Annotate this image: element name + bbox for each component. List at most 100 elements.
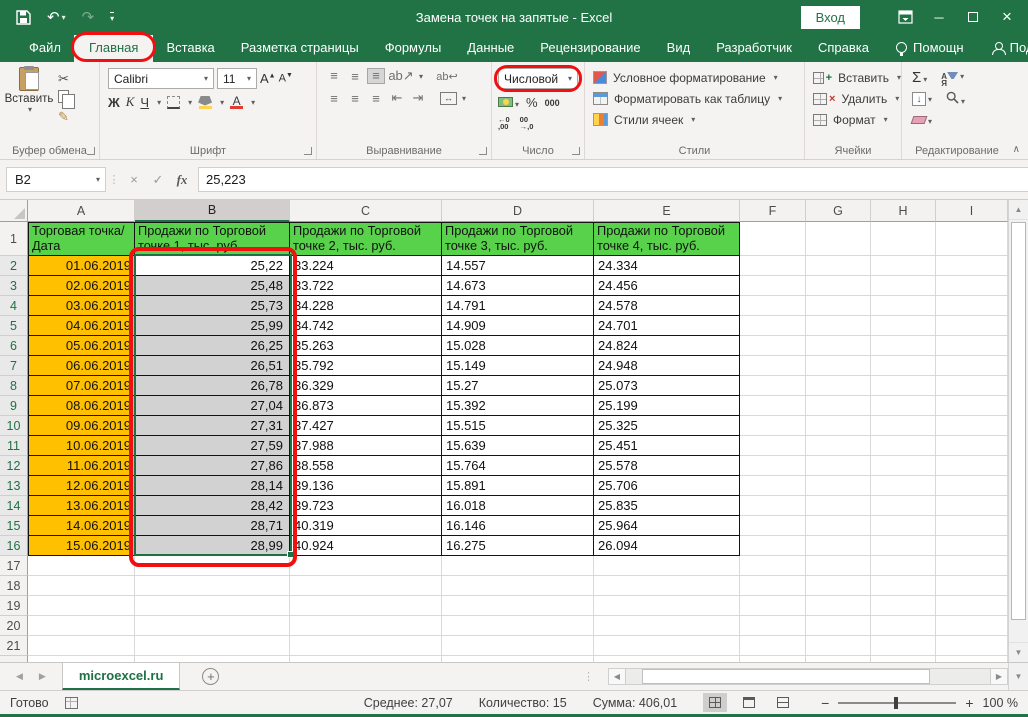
cell-A4[interactable]: 03.06.2019 <box>28 296 135 316</box>
tab-view[interactable]: Вид <box>654 35 704 62</box>
cell-C14[interactable]: 39.723 <box>290 496 442 516</box>
column-header-D[interactable]: D <box>442 200 594 222</box>
cell-H19[interactable] <box>871 596 936 616</box>
cell-F7[interactable] <box>740 356 806 376</box>
cell-B11[interactable]: 27,59 <box>135 436 290 456</box>
cell-I20[interactable] <box>936 616 1008 636</box>
tab-home[interactable]: Главная <box>74 35 153 62</box>
save-icon[interactable] <box>16 10 31 25</box>
decrease-indent-button[interactable]: ⇤ <box>388 90 406 106</box>
decrease-decimal-button[interactable]: 00→,0 <box>520 116 534 130</box>
delete-cells-button[interactable]: × Удалить▾ <box>813 88 901 109</box>
cell-H1[interactable] <box>871 222 936 256</box>
tab-formulas[interactable]: Формулы <box>372 35 455 62</box>
cell-D1[interactable]: Продажи по Торговой точке 3, тыс. руб. <box>442 222 594 256</box>
sheet-nav-left[interactable]: ◀ <box>16 671 23 682</box>
cell-F3[interactable] <box>740 276 806 296</box>
column-header-F[interactable]: F <box>740 200 806 222</box>
cell-B13[interactable]: 28,14 <box>135 476 290 496</box>
cell-C1[interactable]: Продажи по Торговой точке 2, тыс. руб. <box>290 222 442 256</box>
zoom-slider[interactable] <box>838 702 956 704</box>
number-format-combo[interactable]: Числовой▾ <box>498 68 578 89</box>
cell-A10[interactable]: 09.06.2019 <box>28 416 135 436</box>
column-header-H[interactable]: H <box>871 200 936 222</box>
cell-F13[interactable] <box>740 476 806 496</box>
tab-file[interactable]: Файл <box>16 35 74 62</box>
add-sheet-button[interactable]: + <box>202 668 219 685</box>
cell-E19[interactable] <box>594 596 740 616</box>
cell-E18[interactable] <box>594 576 740 596</box>
cell-C18[interactable] <box>290 576 442 596</box>
copy-button[interactable]: ▾ <box>58 90 75 106</box>
orientation-button[interactable]: ab↗ <box>388 68 414 84</box>
cell-I13[interactable] <box>936 476 1008 496</box>
cell-E15[interactable]: 25.964 <box>594 516 740 536</box>
cell-I22[interactable] <box>936 656 1008 662</box>
cell-H5[interactable] <box>871 316 936 336</box>
row-header-20[interactable]: 20 <box>0 616 28 636</box>
cell-C20[interactable] <box>290 616 442 636</box>
cell-G19[interactable] <box>806 596 871 616</box>
cell-E10[interactable]: 25.325 <box>594 416 740 436</box>
row-header-15[interactable]: 15 <box>0 516 28 536</box>
row-header-7[interactable]: 7 <box>0 356 28 376</box>
cell-A5[interactable]: 04.06.2019 <box>28 316 135 336</box>
cell-A14[interactable]: 13.06.2019 <box>28 496 135 516</box>
cell-G14[interactable] <box>806 496 871 516</box>
row-header-16[interactable]: 16 <box>0 536 28 556</box>
cell-G10[interactable] <box>806 416 871 436</box>
cell-F4[interactable] <box>740 296 806 316</box>
fill-button[interactable]: ↓▾ <box>912 91 932 107</box>
cell-I16[interactable] <box>936 536 1008 556</box>
cell-C22[interactable] <box>290 656 442 662</box>
wrap-text-button[interactable]: ab↩ <box>434 68 460 84</box>
cell-D17[interactable] <box>442 556 594 576</box>
cell-B17[interactable] <box>135 556 290 576</box>
cell-I12[interactable] <box>936 456 1008 476</box>
font-name-combo[interactable]: Calibri▾ <box>108 68 214 89</box>
cell-A16[interactable]: 15.06.2019 <box>28 536 135 556</box>
cell-F18[interactable] <box>740 576 806 596</box>
cell-B8[interactable]: 26,78 <box>135 376 290 396</box>
cell-A9[interactable]: 08.06.2019 <box>28 396 135 416</box>
formula-input[interactable]: 25,223 <box>198 167 1028 192</box>
tab-scroll-splitter[interactable]: ⋮ <box>583 670 608 683</box>
cell-D21[interactable] <box>442 636 594 656</box>
cell-F8[interactable] <box>740 376 806 396</box>
cell-E22[interactable] <box>594 656 740 662</box>
font-size-combo[interactable]: 11▾ <box>217 68 257 89</box>
cell-I15[interactable] <box>936 516 1008 536</box>
cell-C16[interactable]: 40.924 <box>290 536 442 556</box>
format-painter-button[interactable]: ✎ <box>58 109 75 125</box>
cell-C19[interactable] <box>290 596 442 616</box>
increase-font-button[interactable]: А▲ <box>260 71 276 86</box>
cell-D22[interactable] <box>442 656 594 662</box>
cell-F16[interactable] <box>740 536 806 556</box>
tab-page-layout[interactable]: Разметка страницы <box>228 35 372 62</box>
redo-icon[interactable]: ↷ <box>82 8 95 26</box>
row-header-3[interactable]: 3 <box>0 276 28 296</box>
column-header-B[interactable]: B <box>135 200 290 222</box>
cell-B12[interactable]: 27,86 <box>135 456 290 476</box>
cell-A21[interactable] <box>28 636 135 656</box>
tab-data[interactable]: Данные <box>454 35 527 62</box>
column-header-A[interactable]: A <box>28 200 135 222</box>
horizontal-scrollbar[interactable]: ◀ ▶ <box>608 668 1008 685</box>
cell-C3[interactable]: 33.722 <box>290 276 442 296</box>
row-header-17[interactable]: 17 <box>0 556 28 576</box>
cell-E20[interactable] <box>594 616 740 636</box>
cell-A2[interactable]: 01.06.2019 <box>28 256 135 276</box>
cell-C5[interactable]: 34.742 <box>290 316 442 336</box>
horizontal-scroll-track[interactable] <box>626 668 990 685</box>
cell-B7[interactable]: 26,51 <box>135 356 290 376</box>
cell-H22[interactable] <box>871 656 936 662</box>
tab-assistant[interactable]: Помощн <box>882 35 978 62</box>
cell-D3[interactable]: 14.673 <box>442 276 594 296</box>
cell-D10[interactable]: 15.515 <box>442 416 594 436</box>
vertical-scrollbar[interactable]: ▲ ▼ <box>1008 200 1028 662</box>
qat-customize-icon[interactable]: ▾ <box>110 12 114 23</box>
sheet-nav-right[interactable]: ▶ <box>39 671 46 682</box>
dialog-launcher-alignment[interactable] <box>479 147 487 155</box>
cell-I10[interactable] <box>936 416 1008 436</box>
cell-E1[interactable]: Продажи по Торговой точке 4, тыс. руб. <box>594 222 740 256</box>
